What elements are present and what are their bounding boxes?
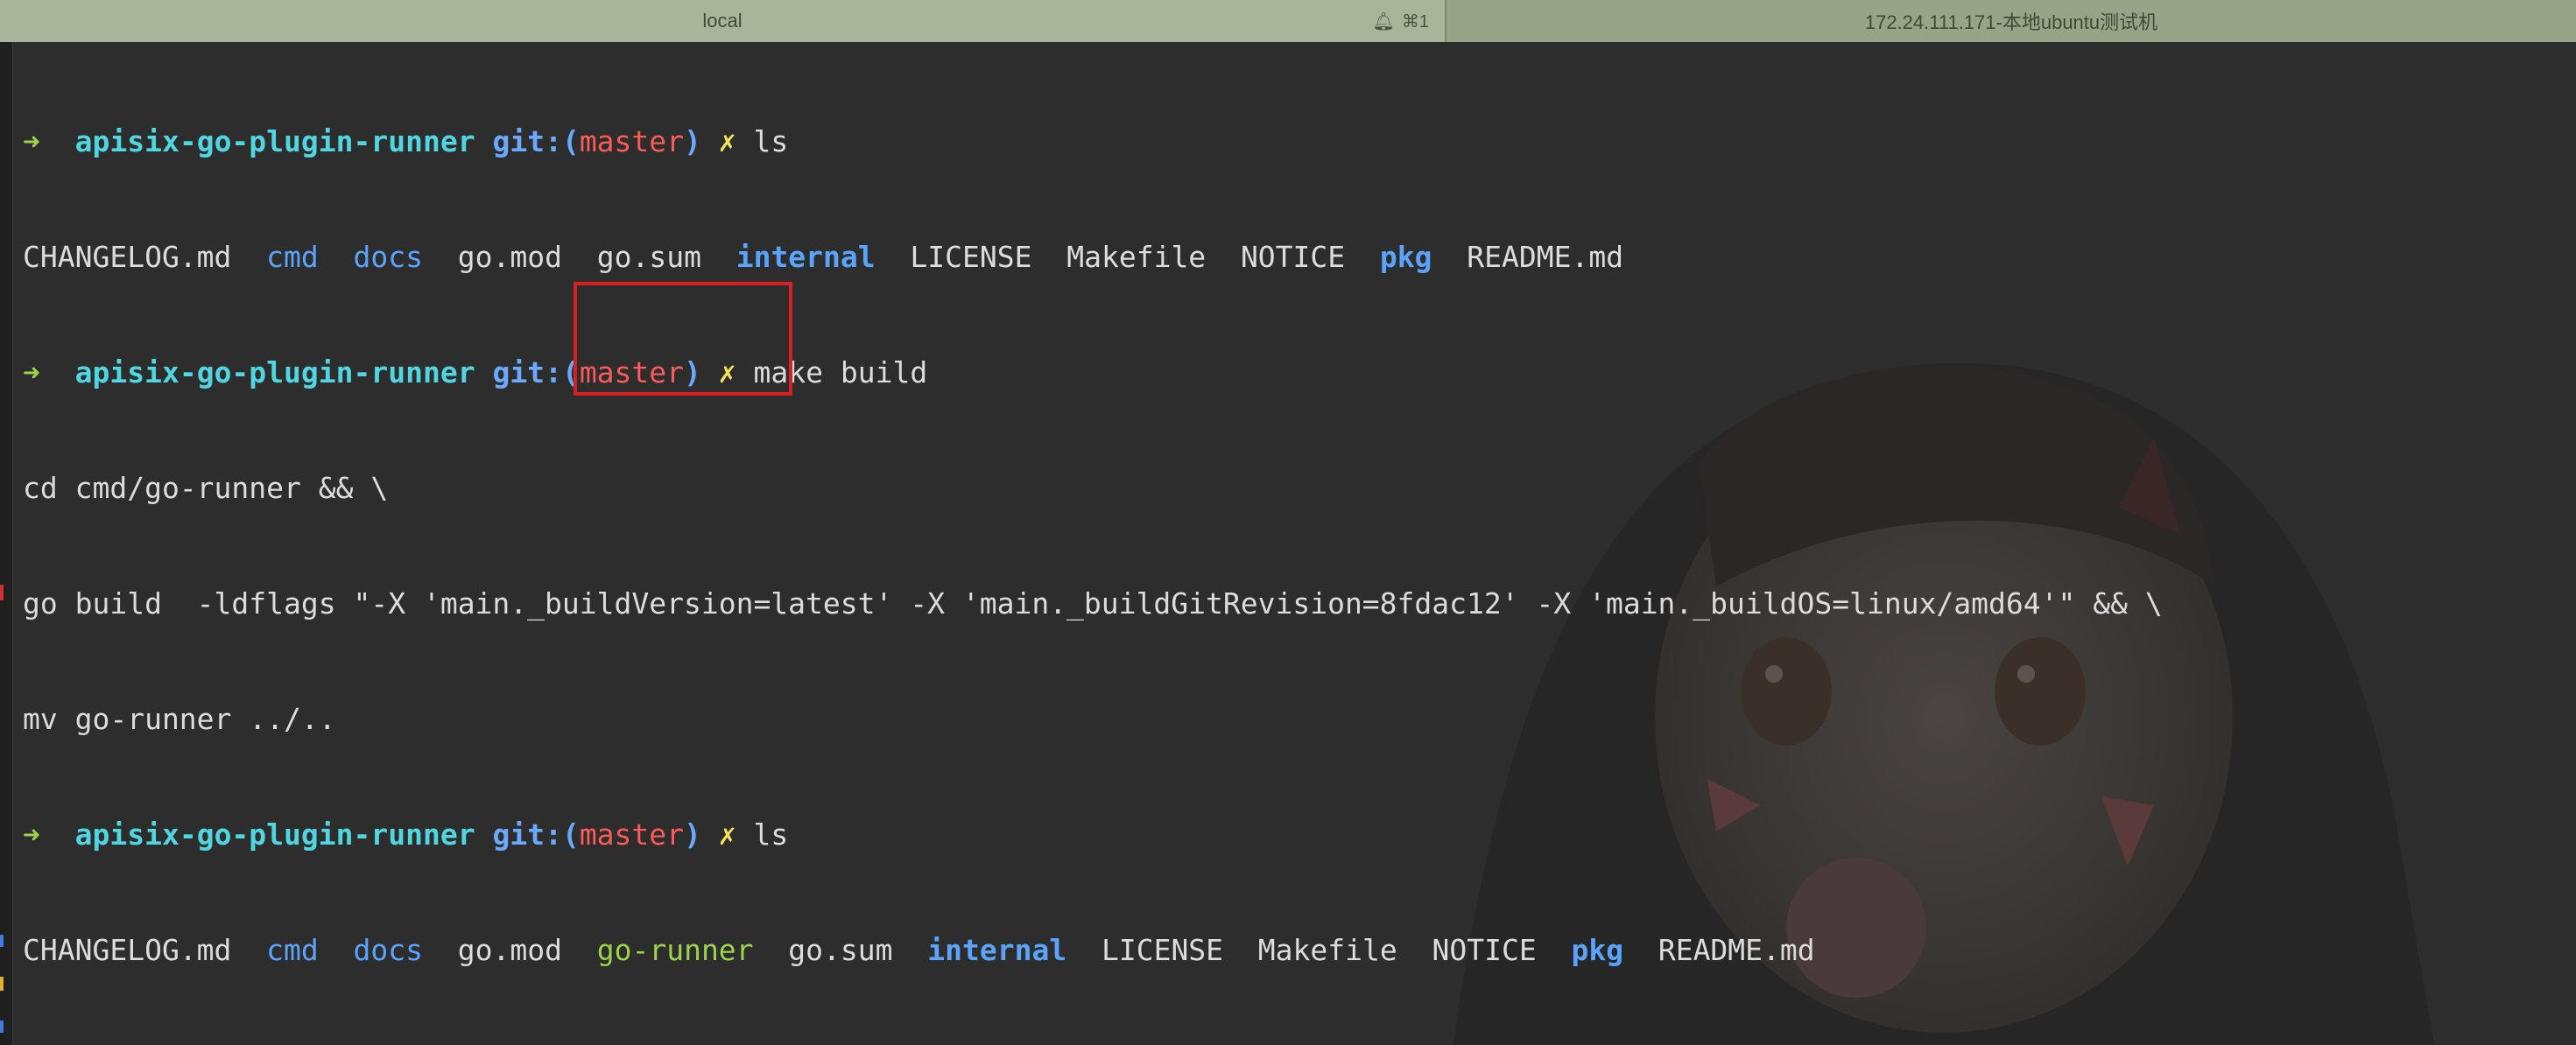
ls-entry-file: Makefile bbox=[1066, 240, 1207, 274]
ls-entry-directory: docs bbox=[353, 240, 424, 274]
ls-entry-executable: go-runner bbox=[596, 933, 754, 967]
ls-entry-directory: cmd bbox=[266, 240, 319, 274]
prompt-line: ➜ apisix-go-plugin-runner git:(master) ✗… bbox=[23, 354, 2544, 392]
command-text: ls bbox=[753, 817, 789, 852]
git-branch: master bbox=[579, 124, 685, 158]
ls-entry-directory: internal bbox=[927, 933, 1067, 967]
terminal-window: local 🔔︎ ⌘1 172.24.111.171-本地ubuntu测试机 ➜… bbox=[0, 0, 2576, 1045]
git-prefix: git:( bbox=[492, 355, 580, 389]
ls-output: CHANGELOG.md cmd docs go.mod go-runner g… bbox=[23, 931, 2544, 970]
prompt-arrow: ➜ bbox=[23, 124, 40, 158]
ls-output: CHANGELOG.md cmd docs go.mod go.sum inte… bbox=[23, 238, 2544, 277]
prompt-directory: apisix-go-plugin-runner bbox=[74, 355, 475, 389]
dirty-mark: ✗ bbox=[718, 817, 736, 852]
terminal-output[interactable]: ➜ apisix-go-plugin-runner git:(master) ✗… bbox=[23, 46, 2544, 1034]
tab-remote-label: 172.24.111.171-本地ubuntu测试机 bbox=[1864, 11, 2158, 33]
git-prefix: git:( bbox=[492, 124, 580, 158]
prompt-directory: apisix-go-plugin-runner bbox=[74, 817, 475, 852]
prompt-arrow: ➜ bbox=[23, 817, 40, 852]
command-text: make build bbox=[753, 355, 928, 389]
edge-mark bbox=[0, 1020, 4, 1033]
ls-entry-file: CHANGELOG.md bbox=[23, 933, 232, 967]
edge-mark bbox=[0, 935, 4, 947]
git-branch: master bbox=[579, 817, 685, 852]
tab-local-badge: 🔔︎ ⌘1 bbox=[1372, 0, 1429, 42]
ls-entry-directory: pkg bbox=[1379, 240, 1432, 274]
prompt-directory: apisix-go-plugin-runner bbox=[74, 124, 475, 158]
bell-icon: 🔔︎ bbox=[1372, 11, 1395, 32]
ls-entry-file: Makefile bbox=[1257, 933, 1397, 967]
git-suffix: ) bbox=[684, 355, 701, 389]
ls-entry-file: go.sum bbox=[596, 240, 701, 274]
ls-entry-directory: docs bbox=[353, 933, 424, 967]
ls-entry-file: LICENSE bbox=[1101, 933, 1224, 967]
ls-entry-file: go.sum bbox=[788, 933, 893, 967]
build-output-line: cd cmd/go-runner && \ bbox=[23, 471, 389, 505]
ls-entry-directory: cmd bbox=[266, 933, 319, 967]
prompt-arrow: ➜ bbox=[23, 355, 40, 389]
ls-entry-file: NOTICE bbox=[1432, 933, 1537, 967]
ls-entry-file: CHANGELOG.md bbox=[23, 240, 232, 274]
git-branch: master bbox=[579, 355, 685, 389]
git-suffix: ) bbox=[684, 817, 701, 852]
git-suffix: ) bbox=[684, 124, 701, 158]
build-output-line: go build -ldflags "-X 'main._buildVersio… bbox=[23, 586, 2163, 621]
tab-shortcut: ⌘1 bbox=[1401, 11, 1429, 32]
tab-bar: local 🔔︎ ⌘1 172.24.111.171-本地ubuntu测试机 bbox=[0, 0, 2576, 42]
ls-entry-file: NOTICE bbox=[1240, 240, 1346, 274]
ls-entry-file: go.mod bbox=[457, 933, 562, 967]
dirty-mark: ✗ bbox=[718, 124, 736, 158]
tab-local[interactable]: local 🔔︎ ⌘1 bbox=[0, 0, 1446, 42]
ls-entry-file: README.md bbox=[1658, 933, 1815, 967]
tab-remote[interactable]: 172.24.111.171-本地ubuntu测试机 bbox=[1446, 0, 2576, 42]
ls-entry-file: go.mod bbox=[457, 240, 562, 274]
ls-entry-directory: pkg bbox=[1571, 933, 1624, 967]
edge-mark bbox=[0, 977, 4, 991]
edge-mark bbox=[0, 585, 4, 600]
ls-entry-file: README.md bbox=[1467, 240, 1624, 274]
build-output-line: mv go-runner ../.. bbox=[23, 702, 336, 736]
command-text: ls bbox=[753, 124, 789, 158]
ls-entry-directory: internal bbox=[735, 240, 876, 274]
prompt-line: ➜ apisix-go-plugin-runner git:(master) ✗… bbox=[23, 123, 2544, 161]
git-prefix: git:( bbox=[492, 817, 580, 852]
prompt-line: ➜ apisix-go-plugin-runner git:(master) ✗… bbox=[23, 816, 2544, 854]
left-window-edge bbox=[0, 42, 13, 1045]
tab-local-label: local bbox=[702, 10, 743, 32]
dirty-mark: ✗ bbox=[718, 355, 736, 389]
ls-entry-file: LICENSE bbox=[910, 240, 1032, 274]
